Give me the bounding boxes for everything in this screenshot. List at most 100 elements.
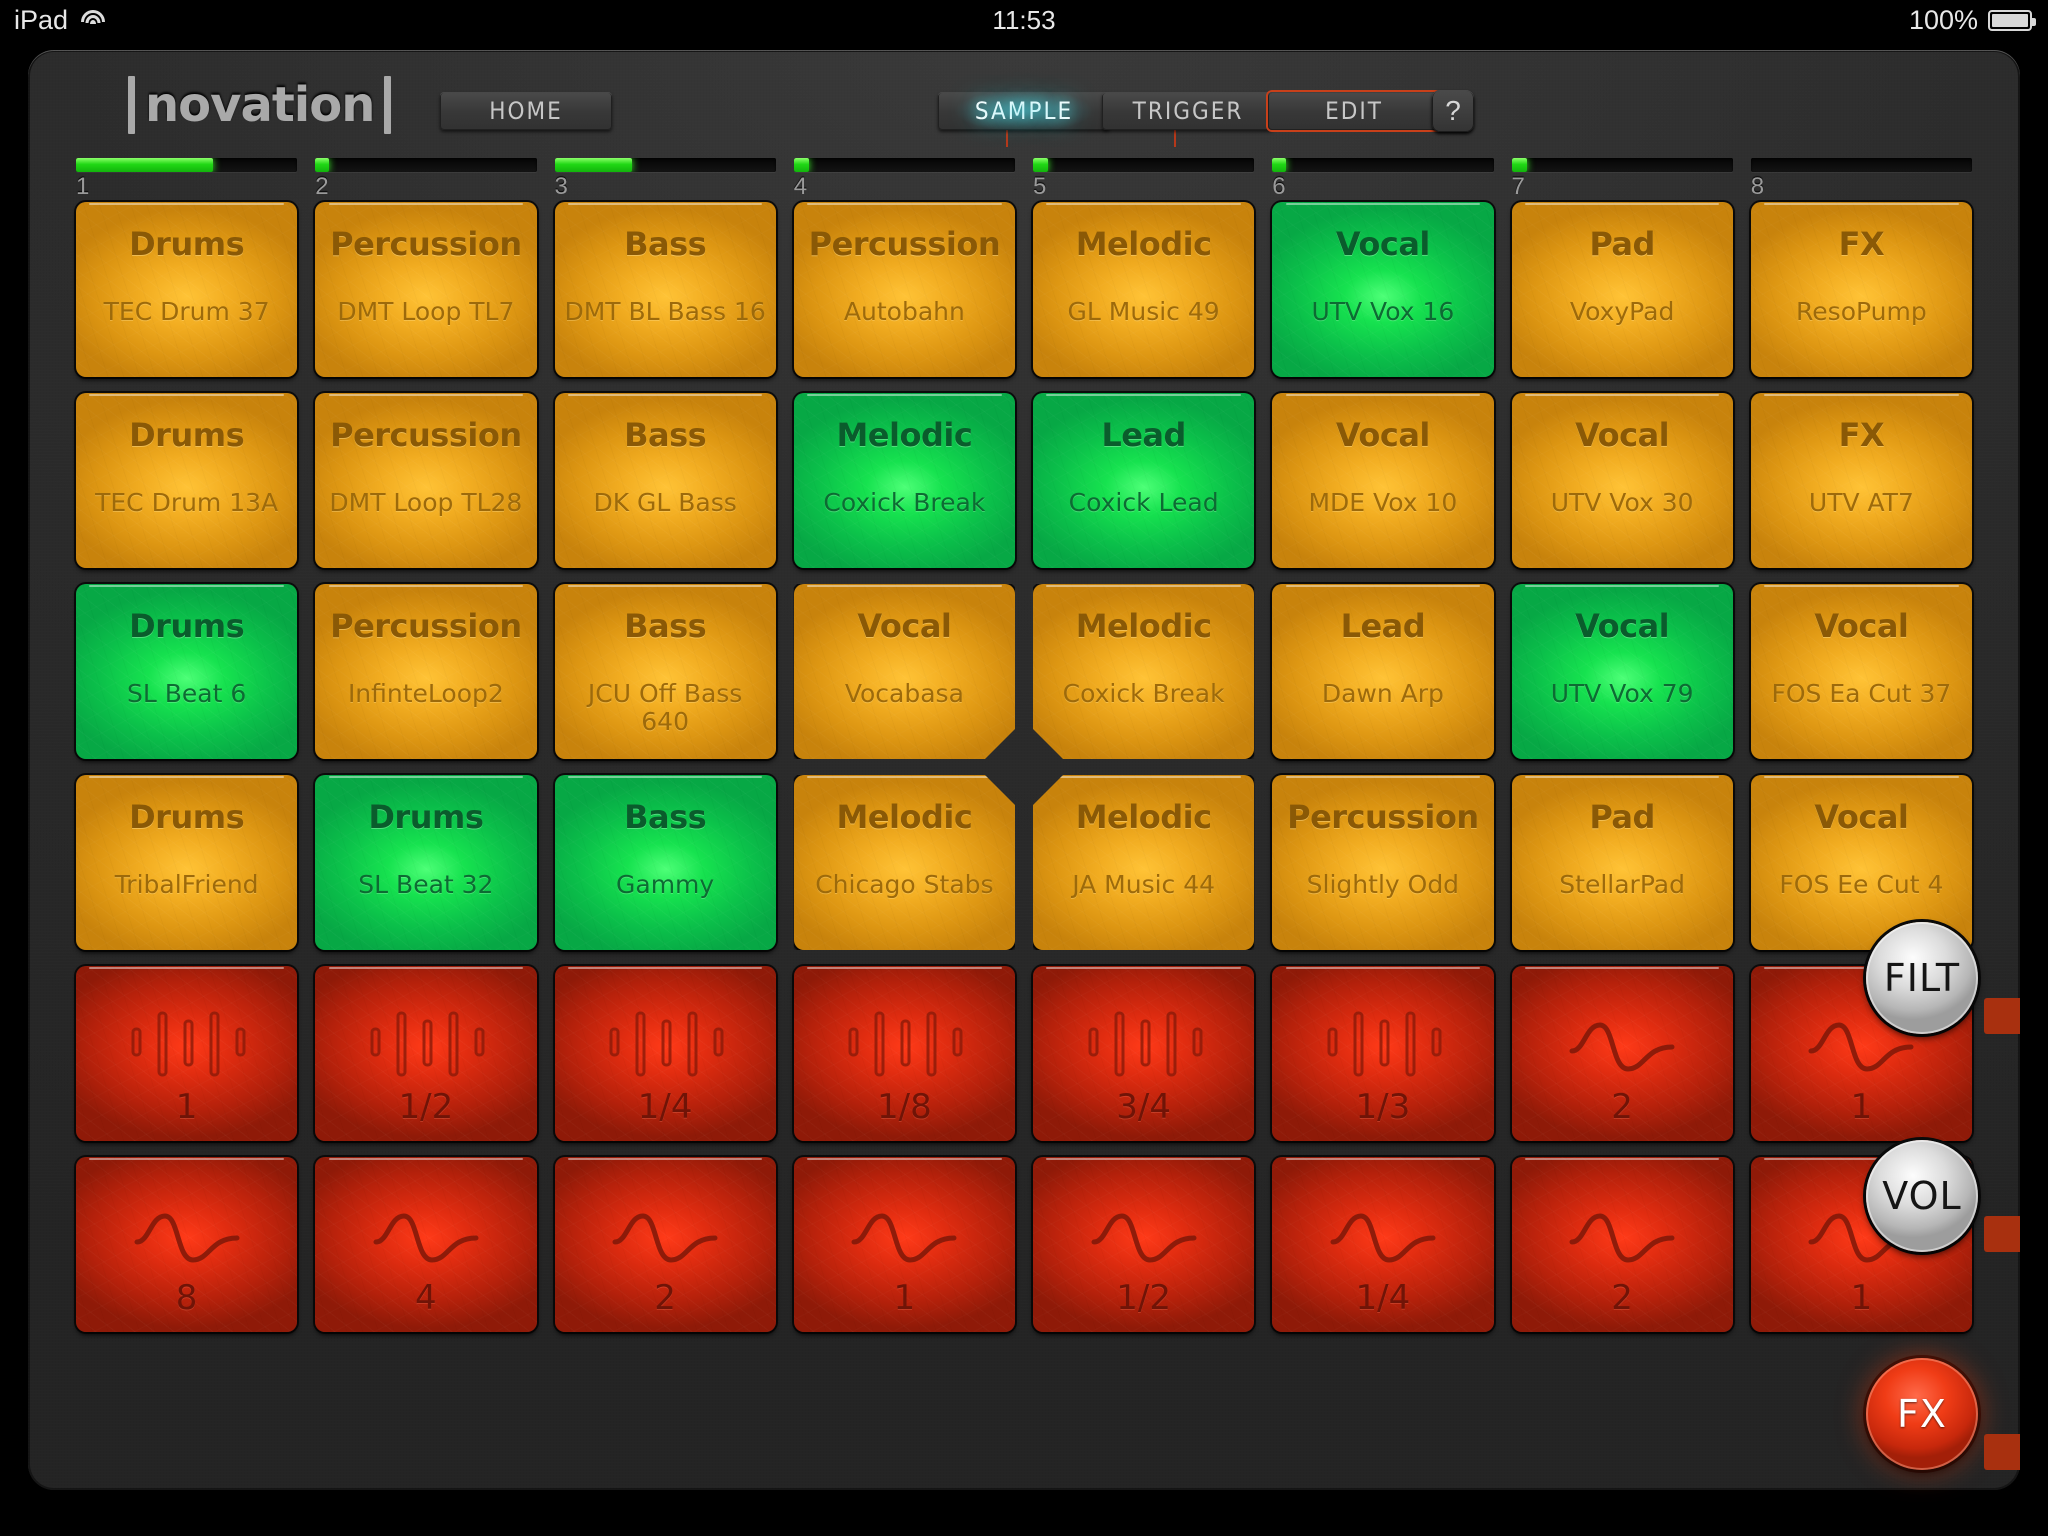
pad-button[interactable]: 2 (554, 1157, 776, 1332)
track-meter[interactable]: 1 (76, 158, 298, 201)
pad-sample-label: DMT Loop TL7 (337, 297, 515, 327)
pad-category-label: FX (1838, 415, 1885, 454)
pad-category-label: Pad (1589, 797, 1655, 836)
launchpad-app-panel: novation HOME SAMPLE TRIGGER EDIT ? 1 2 3 4… (28, 50, 2020, 1490)
pad-button[interactable]: 1/4 (554, 966, 776, 1141)
edge-connector-tab-3 (1984, 1434, 2020, 1470)
pad-button[interactable]: Bass JCU Off Bass 640 (554, 584, 776, 759)
pad-button[interactable]: Percussion DMT Loop TL7 (315, 202, 537, 377)
edit-tab[interactable]: EDIT (1268, 92, 1440, 130)
pad-button[interactable]: Bass DMT BL Bass 16 (554, 202, 776, 377)
pad-sample-label: VoxyPad (1569, 297, 1675, 327)
pad-button[interactable]: Melodic Coxick Break (793, 393, 1015, 568)
pad-highlight (807, 776, 1002, 778)
pad-button[interactable]: 2 (1511, 966, 1733, 1141)
home-button[interactable]: HOME (440, 92, 612, 130)
pad-sample-label: UTV AT7 (1808, 488, 1914, 518)
trigger-tab[interactable]: TRIGGER (1102, 92, 1274, 130)
sine-icon (1330, 1212, 1436, 1263)
track-meter[interactable]: 5 (1033, 158, 1255, 201)
track-meter-strip: 1 2 3 4 5 6 7 8 (76, 158, 1972, 201)
logo-bar-left (128, 76, 135, 134)
pad-highlight (807, 203, 1002, 205)
pad-button[interactable]: Vocal FOS Ea Cut 37 (1750, 584, 1972, 759)
pad-button[interactable]: Bass Gammy (554, 775, 776, 950)
pad-button[interactable]: Vocal UTV Vox 30 (1511, 393, 1733, 568)
pad-button[interactable]: Melodic GL Music 49 (1033, 202, 1255, 377)
pad-button[interactable]: Melodic JA Music 44 (1033, 775, 1255, 950)
pad-button[interactable]: Vocal UTV Vox 79 (1511, 584, 1733, 759)
sample-tab[interactable]: SAMPLE (928, 82, 1120, 140)
pad-category-label: Percussion (808, 224, 1001, 263)
pad-button[interactable]: Drums TribalFriend (76, 775, 298, 950)
pad-category-label: Drums (129, 224, 245, 263)
pad-button[interactable]: Percussion Autobahn (793, 202, 1015, 377)
track-meter[interactable]: 3 (554, 158, 776, 201)
pad-sample-label: ResoPump (1796, 297, 1927, 327)
sine-icon (134, 1212, 240, 1263)
pad-category-label: Drums (129, 606, 245, 645)
pad-button[interactable]: Percussion DMT Loop TL28 (315, 393, 537, 568)
pad-button[interactable]: Percussion Slightly Odd (1272, 775, 1494, 950)
sine-icon (612, 1212, 718, 1263)
pad-button[interactable]: Drums TEC Drum 13A (76, 393, 298, 568)
pad-length-label: 1/2 (1116, 1278, 1171, 1318)
help-button[interactable]: ? (1432, 90, 1474, 132)
pad-button[interactable]: Percussion InfinteLoop2 (315, 584, 537, 759)
pad-button[interactable]: Drums SL Beat 32 (315, 775, 537, 950)
pad-button[interactable]: FX UTV AT7 (1750, 393, 1972, 568)
pad-button[interactable]: 1 (76, 966, 298, 1141)
track-meter[interactable]: 8 (1750, 158, 1972, 201)
pad-highlight (807, 585, 1002, 587)
pad-category-label: Vocal (1575, 606, 1670, 645)
pad-length-label: 2 (1611, 1278, 1633, 1318)
track-meter[interactable]: 4 (793, 158, 1015, 201)
sine-icon (1091, 1212, 1197, 1263)
pad-highlight (567, 203, 763, 205)
pad-button[interactable]: 1 (793, 1157, 1015, 1332)
pad-button[interactable]: Drums TEC Drum 37 (76, 202, 298, 377)
pad-highlight (1524, 585, 1720, 587)
track-meter[interactable]: 2 (315, 158, 537, 201)
pad-button[interactable]: FX ResoPump (1750, 202, 1972, 377)
pad-highlight (1524, 1158, 1720, 1160)
pad-sample-label: DK GL Bass (593, 488, 737, 518)
pad-button[interactable]: Vocal Vocabasa (794, 584, 1015, 759)
pad-button[interactable]: 1/3 (1272, 966, 1494, 1141)
sine-icon (373, 1212, 479, 1263)
pad-button[interactable]: Pad StellarPad (1511, 775, 1733, 950)
track-number-label: 5 (1033, 173, 1047, 200)
pad-category-label: Bass (624, 797, 707, 836)
pad-length-label: 2 (1611, 1087, 1633, 1127)
pad-button[interactable]: 1/4 (1272, 1157, 1494, 1332)
pad-sample-label: DMT Loop TL28 (329, 488, 523, 518)
pad-button[interactable]: 3/4 (1033, 966, 1255, 1141)
pad-button[interactable]: Drums SL Beat 6 (76, 584, 298, 759)
pad-button[interactable]: Vocal UTV Vox 16 (1272, 202, 1494, 377)
battery-percent-label: 100% (1908, 5, 1978, 35)
pad-button[interactable]: 1/8 (793, 966, 1015, 1141)
fx-knob[interactable]: FX (1866, 1358, 1978, 1470)
pad-button[interactable]: Lead Coxick Lead (1033, 393, 1255, 568)
pad-category-label: Vocal (1335, 415, 1431, 454)
pad-button[interactable]: 1/2 (315, 966, 537, 1141)
pad-highlight (1764, 203, 1959, 205)
pad-button[interactable]: Bass DK GL Bass (554, 393, 776, 568)
pad-button[interactable]: Pad VoxyPad (1511, 202, 1733, 377)
pad-button[interactable]: Lead Dawn Arp (1272, 584, 1494, 759)
filter-knob[interactable]: FILT (1866, 922, 1978, 1034)
track-meter[interactable]: 7 (1511, 158, 1733, 201)
pad-button[interactable]: 4 (315, 1157, 537, 1332)
pad-highlight (1046, 1158, 1241, 1160)
pad-length-label: 1 (893, 1278, 916, 1318)
track-meter[interactable]: 6 (1272, 158, 1494, 201)
volume-knob[interactable]: VOL (1866, 1140, 1978, 1252)
pad-button[interactable]: Melodic Chicago Stabs (794, 775, 1015, 950)
pad-button[interactable]: 1/2 (1033, 1157, 1255, 1332)
pad-sample-label: SL Beat 6 (126, 679, 247, 709)
logo-bar-right (384, 76, 392, 134)
pad-button[interactable]: Melodic Coxick Break (1033, 584, 1254, 759)
pad-button[interactable]: 2 (1511, 1157, 1733, 1332)
pad-button[interactable]: Vocal MDE Vox 10 (1272, 393, 1494, 568)
pad-button[interactable]: 8 (76, 1157, 298, 1332)
